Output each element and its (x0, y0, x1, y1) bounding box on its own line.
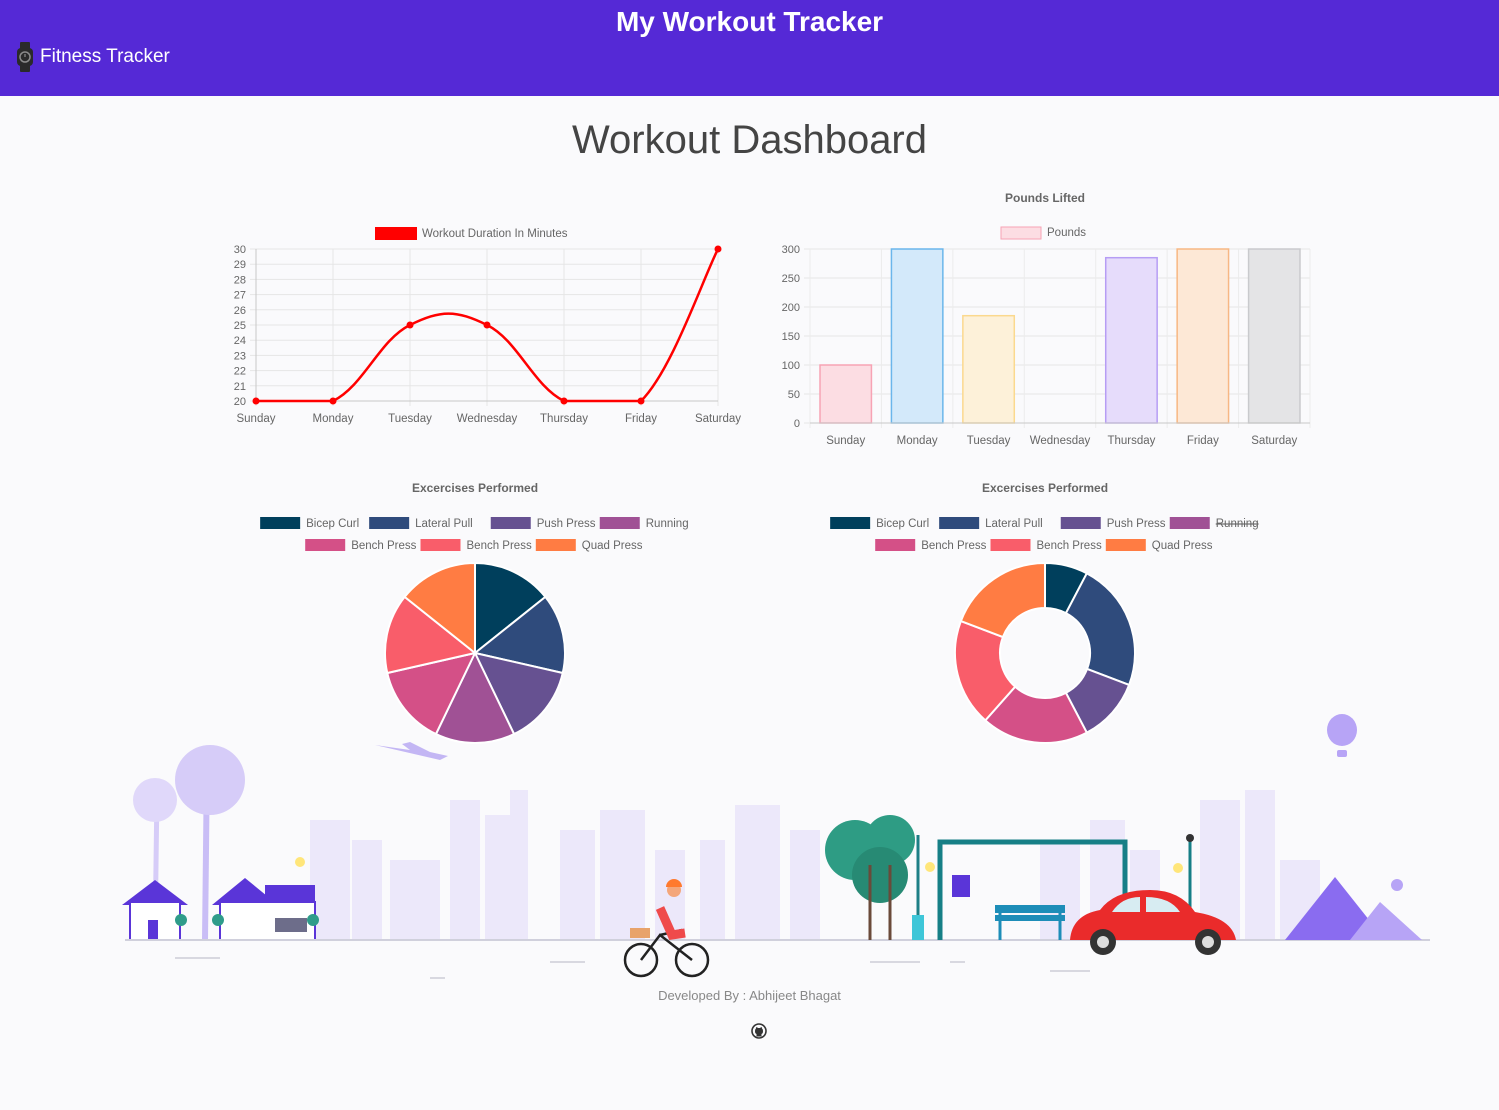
legend-label: Push Press (1107, 518, 1166, 530)
x-tick-label: Thursday (1107, 435, 1155, 447)
legend-label: Lateral Pull (985, 518, 1043, 530)
legend-swatch (420, 539, 461, 551)
y-tick-label: 100 (782, 360, 800, 372)
chart-title: Pounds Lifted (1005, 191, 1085, 205)
y-tick-label: 25 (234, 320, 246, 332)
y-tick-label: 50 (788, 389, 800, 401)
app-title: My Workout Tracker (615, 6, 884, 37)
x-tick-label: Sunday (826, 435, 865, 447)
y-tick-label: 26 (234, 305, 246, 317)
legend-swatch (830, 517, 871, 529)
data-point (560, 397, 568, 405)
legend-swatch (375, 227, 417, 240)
y-tick-label: 20 (234, 396, 246, 408)
legend-label: Bench Press (1037, 540, 1102, 552)
legend-swatch (1060, 517, 1101, 529)
legend-label: Workout Duration In Minutes (422, 228, 568, 240)
y-tick-label: 250 (782, 273, 800, 285)
x-tick-label: Saturday (695, 413, 741, 425)
legend-swatch (535, 539, 576, 551)
x-tick-label: Tuesday (967, 435, 1011, 447)
x-tick-label: Monday (313, 413, 354, 425)
legend-swatch (490, 517, 531, 529)
legend-label: Bicep Curl (306, 518, 359, 530)
y-tick-label: 28 (234, 274, 246, 286)
legend-swatch (1105, 539, 1146, 551)
y-tick-label: 29 (234, 259, 246, 271)
y-tick-label: 30 (234, 244, 246, 256)
legend-swatch (305, 539, 346, 551)
x-tick-label: Saturday (1251, 435, 1297, 447)
navbar: My Workout Tracker Fitness Tracker (0, 0, 1499, 96)
data-point (637, 397, 645, 405)
x-tick-label: Monday (897, 435, 938, 447)
data-point (252, 397, 260, 405)
bar (819, 364, 873, 424)
page-title: Workout Dashboard (572, 118, 927, 162)
y-tick-label: 23 (234, 350, 246, 362)
bar (962, 314, 1016, 424)
x-tick-label: Wednesday (457, 413, 518, 425)
x-tick-label: Friday (1187, 435, 1219, 447)
legend-label: Running (1216, 518, 1259, 530)
legend-swatch (599, 517, 640, 529)
chart-title: Excercises Performed (982, 481, 1108, 495)
legend-label: Running (646, 518, 689, 530)
legend-swatch (939, 517, 980, 529)
data-point (329, 397, 337, 405)
duration-line-chart: Workout Duration In Minutes 20 21 22 23 24 25 2… (234, 227, 741, 425)
hot-air-balloon (1327, 714, 1357, 757)
city-illustration (122, 714, 1430, 979)
y-tick-label: 200 (782, 302, 800, 314)
x-tick-label: Thursday (540, 413, 588, 425)
legend-label: Pounds (1047, 227, 1086, 239)
github-icon[interactable] (751, 1023, 767, 1039)
chart-title: Excercises Performed (412, 481, 538, 495)
pie-slice (959, 561, 1046, 639)
bar (890, 248, 944, 424)
legend-swatch (369, 517, 410, 529)
legend-swatch (875, 539, 916, 551)
legend-swatch (1000, 226, 1042, 240)
legend-swatch (990, 539, 1031, 551)
airplane (375, 742, 448, 760)
y-tick-label: 21 (234, 381, 246, 393)
brand-link[interactable]: Fitness Tracker (16, 42, 170, 72)
trees-houses-left (122, 745, 319, 941)
data-point (406, 321, 414, 329)
legend-label: Bench Press (467, 540, 532, 552)
y-tick-label: 22 (234, 366, 246, 378)
legend-label: Bench Press (351, 540, 416, 552)
legend-label: Quad Press (582, 540, 643, 552)
y-tick-label: 0 (794, 418, 800, 430)
bar (1247, 248, 1301, 424)
y-tick-label: 150 (782, 331, 800, 343)
data-point (483, 321, 491, 329)
x-tick-label: Sunday (236, 413, 275, 425)
x-tick-label: Friday (625, 413, 657, 425)
legend-label: Lateral Pull (415, 518, 473, 530)
pounds-bar-chart: Pounds Lifted Pounds 0 50 100 150 200 250 300 Sun… (782, 191, 1311, 447)
legend-swatch (260, 517, 301, 529)
brand-label: Fitness Tracker (40, 46, 170, 67)
smartwatch-icon (17, 42, 33, 72)
legend-label: Bicep Curl (876, 518, 929, 530)
bar (1176, 248, 1230, 424)
data-point (714, 245, 722, 253)
legend-swatch (1169, 517, 1210, 529)
legend-label: Push Press (537, 518, 596, 530)
y-tick-label: 300 (782, 244, 800, 256)
footer-credit: Developed By : Abhijeet Bhagat (658, 988, 841, 1003)
x-tick-label: Tuesday (388, 413, 432, 425)
legend-label: Bench Press (921, 540, 986, 552)
x-tick-label: Wednesday (1030, 435, 1091, 447)
legend-label: Quad Press (1152, 540, 1213, 552)
y-tick-label: 24 (234, 335, 246, 347)
y-tick-label: 27 (234, 290, 246, 302)
bar (1104, 256, 1158, 424)
